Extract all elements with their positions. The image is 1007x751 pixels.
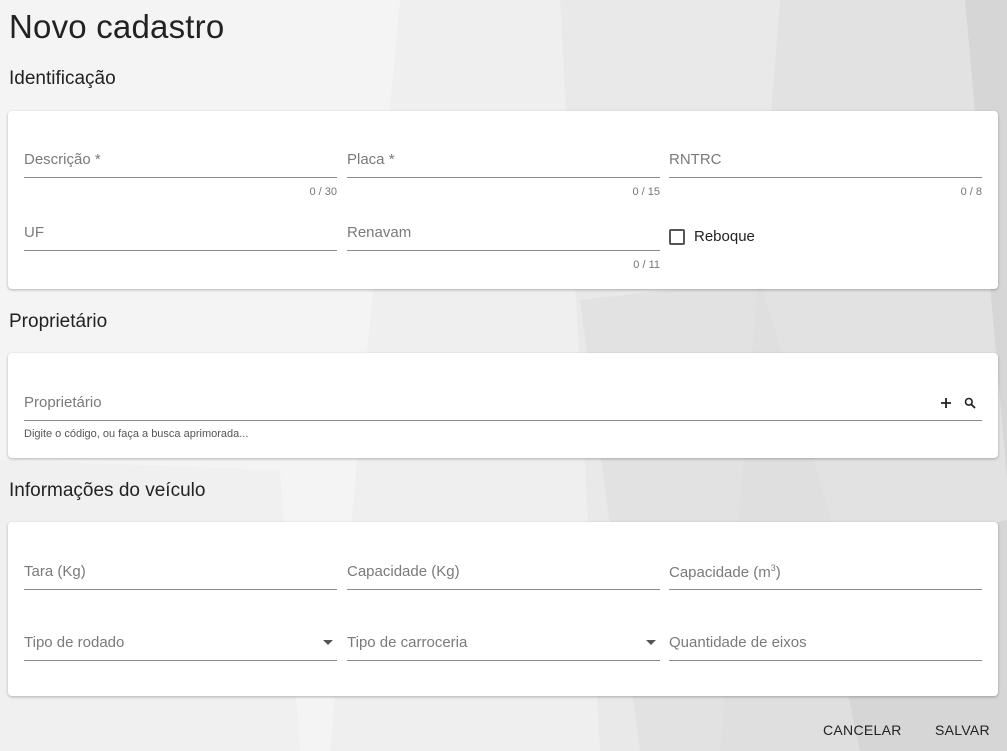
quantidade-eixos-underline <box>669 660 982 661</box>
renavam-label: Renavam <box>347 224 412 241</box>
rntrc-label: RNTRC <box>669 151 722 168</box>
uf-label: UF <box>24 224 44 241</box>
reboque-checkbox-wrap[interactable]: Reboque <box>669 228 755 245</box>
proprietario-actions <box>938 394 978 412</box>
rntrc-counter: 0 / 8 <box>960 186 982 198</box>
section-title-proprietario: Proprietário <box>9 311 108 332</box>
search-icon[interactable] <box>962 394 978 412</box>
veiculo-card: Tara (Kg) Capacidade (Kg) Capacidade (m3… <box>8 522 998 696</box>
uf-underline <box>24 250 337 251</box>
descricao-label: Descrição * <box>24 151 101 168</box>
proprietario-underline <box>24 420 982 421</box>
placa-underline <box>347 177 660 178</box>
quantidade-eixos-label: Quantidade de eixos <box>669 634 807 651</box>
tara-label: Tara (Kg) <box>24 563 86 580</box>
section-title-veiculo: Informações do veículo <box>9 480 206 501</box>
placa-counter: 0 / 15 <box>632 186 660 198</box>
cancel-button[interactable]: CANCELAR <box>823 722 902 738</box>
proprietario-label: Proprietário <box>24 394 102 411</box>
save-button[interactable]: SALVAR <box>935 722 990 738</box>
reboque-label[interactable]: Reboque <box>694 228 755 245</box>
tipo-rodado-label: Tipo de rodado <box>24 634 125 651</box>
section-title-identificacao: Identificação <box>9 68 116 89</box>
capacidade-m3-label-end: ) <box>775 564 781 581</box>
capacidade-kg-label: Capacidade (Kg) <box>347 563 460 580</box>
capacidade-m3-label-text: Capacidade (m <box>669 564 771 581</box>
plus-icon[interactable] <box>938 394 954 412</box>
chevron-down-icon[interactable] <box>646 640 656 645</box>
rntrc-underline <box>669 177 982 178</box>
descricao-counter: 0 / 30 <box>309 186 337 198</box>
tipo-rodado-underline <box>24 660 337 661</box>
new-registration-page: Novo cadastro Identificação Descrição * … <box>0 0 1007 751</box>
renavam-counter: 0 / 11 <box>633 259 660 271</box>
identificacao-card: Descrição * 0 / 30 Placa * 0 / 15 RNTRC … <box>8 111 998 289</box>
proprietario-card: Proprietário Digite o código, ou faça a … <box>8 353 998 458</box>
chevron-down-icon[interactable] <box>323 640 333 645</box>
capacidade-m3-label: Capacidade (m3) <box>669 563 781 581</box>
page-title: Novo cadastro <box>9 8 225 45</box>
capacidade-kg-underline <box>347 589 660 590</box>
reboque-checkbox[interactable] <box>669 228 685 245</box>
descricao-underline <box>24 177 337 178</box>
tara-underline <box>24 589 337 590</box>
tipo-carroceria-label: Tipo de carroceria <box>347 634 468 651</box>
proprietario-hint: Digite o código, ou faça a busca aprimor… <box>24 428 249 440</box>
placa-label: Placa * <box>347 151 395 168</box>
tipo-carroceria-underline <box>347 660 660 661</box>
renavam-underline <box>347 250 660 251</box>
capacidade-m3-underline <box>669 589 982 590</box>
